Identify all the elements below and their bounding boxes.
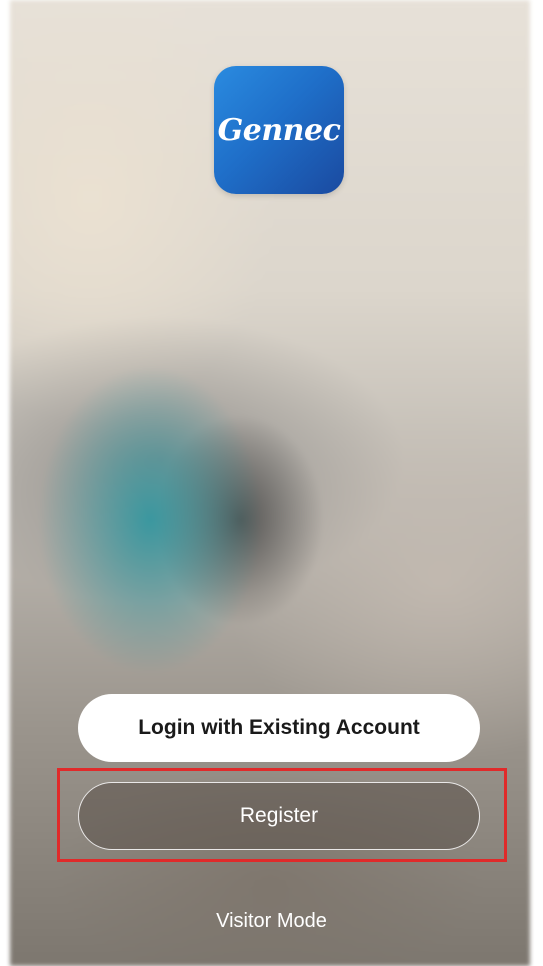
register-button[interactable]: Register — [78, 782, 480, 850]
login-screen: Gennec Login with Existing Account Regis… — [0, 0, 543, 966]
visitor-mode-link[interactable]: Visitor Mode — [0, 910, 543, 933]
login-existing-account-button[interactable]: Login with Existing Account — [78, 694, 480, 762]
logo-text: Gennec — [217, 112, 341, 148]
app-logo: Gennec — [214, 66, 344, 194]
